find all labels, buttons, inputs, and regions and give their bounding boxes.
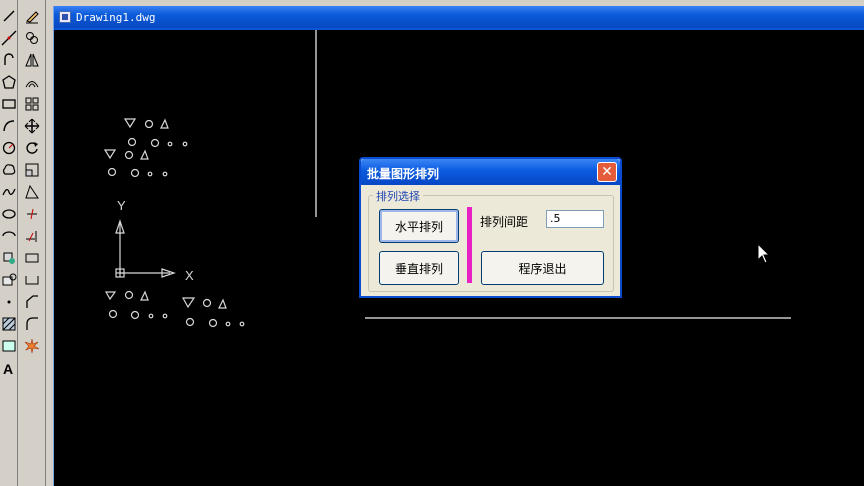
drawing-document-icon bbox=[59, 11, 71, 23]
copy-icon[interactable] bbox=[19, 28, 45, 48]
horizontal-arrange-button[interactable]: 水平排列 bbox=[379, 209, 459, 243]
dialog-title: 批量图形排列 bbox=[367, 167, 440, 181]
move-icon[interactable] bbox=[19, 116, 45, 136]
svg-text:A: A bbox=[3, 361, 13, 376]
break-icon[interactable] bbox=[19, 248, 45, 268]
group-label: 排列选择 bbox=[373, 188, 423, 204]
shape-cluster-1 bbox=[103, 118, 188, 178]
rotate-icon[interactable] bbox=[19, 138, 45, 158]
stretch-icon[interactable] bbox=[19, 182, 45, 202]
extend-icon[interactable] bbox=[19, 226, 45, 246]
fillet-icon[interactable] bbox=[19, 314, 45, 334]
drawing-title: Drawing1.dwg bbox=[76, 11, 156, 24]
spline-icon[interactable] bbox=[0, 182, 17, 202]
region-icon[interactable] bbox=[0, 336, 17, 356]
insert-block-icon[interactable] bbox=[0, 248, 17, 268]
modify-toolbar bbox=[19, 0, 46, 486]
join-icon[interactable] bbox=[19, 270, 45, 290]
mirror-icon[interactable] bbox=[19, 50, 45, 70]
ucs-y-label: Y bbox=[117, 198, 126, 213]
circle-icon[interactable] bbox=[0, 138, 17, 158]
ucs-x-label: X bbox=[185, 268, 194, 283]
dialog-titlebar[interactable]: 批量图形排列 ✕ bbox=[361, 159, 620, 185]
vertical-arrange-button[interactable]: 垂直排列 bbox=[379, 251, 459, 285]
chamfer-icon[interactable] bbox=[19, 292, 45, 312]
revision-cloud-icon[interactable] bbox=[0, 160, 17, 180]
table-icon[interactable]: A bbox=[0, 358, 17, 378]
shape-cluster-2 bbox=[104, 290, 245, 328]
point-icon[interactable] bbox=[0, 292, 17, 312]
erase-icon[interactable] bbox=[19, 6, 45, 26]
exit-program-button[interactable]: 程序退出 bbox=[481, 251, 604, 285]
ucs-icon bbox=[115, 219, 176, 278]
make-block-icon[interactable] bbox=[0, 270, 17, 290]
batch-arrange-dialog: 批量图形排列 ✕ 排列选择 水平排列 垂直排列 排列间距 .5 程序退出 bbox=[359, 157, 622, 298]
spacing-label: 排列间距 bbox=[480, 215, 529, 229]
explode-icon[interactable] bbox=[19, 336, 45, 356]
ellipse-arc-icon[interactable] bbox=[0, 226, 17, 246]
arc-icon[interactable] bbox=[0, 116, 17, 136]
construction-line-icon[interactable] bbox=[0, 28, 17, 48]
close-icon[interactable]: ✕ bbox=[597, 162, 617, 182]
divider-bar bbox=[467, 207, 472, 283]
spacing-input[interactable]: .5 bbox=[546, 210, 604, 228]
polyline-icon[interactable] bbox=[0, 50, 17, 70]
line-icon[interactable] bbox=[0, 6, 17, 26]
hatch-icon[interactable] bbox=[0, 314, 17, 334]
scale-icon[interactable] bbox=[19, 160, 45, 180]
offset-icon[interactable] bbox=[19, 72, 45, 92]
draw-toolbar: A bbox=[0, 0, 18, 486]
ellipse-icon[interactable] bbox=[0, 204, 17, 224]
mouse-pointer-icon bbox=[757, 243, 771, 264]
rectangle-icon[interactable] bbox=[0, 94, 17, 114]
drawing-titlebar[interactable]: Drawing1.dwg bbox=[54, 6, 864, 28]
autocad-workspace: A Drawing1.dwg Y X 批量图形排列 ✕ 排列选择 水平排列 垂直… bbox=[0, 0, 864, 486]
polygon-icon[interactable] bbox=[0, 72, 17, 92]
array-icon[interactable] bbox=[19, 94, 45, 114]
trim-icon[interactable] bbox=[19, 204, 45, 224]
